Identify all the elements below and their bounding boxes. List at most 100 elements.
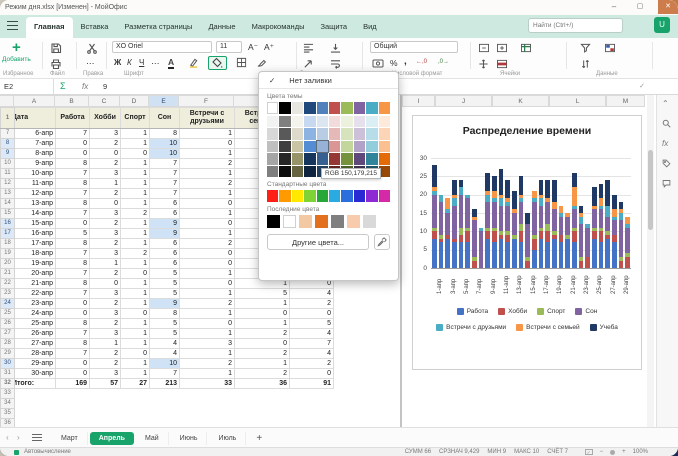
cell-date[interactable]: 9-апр bbox=[15, 159, 56, 169]
theme-color-swatch[interactable] bbox=[341, 102, 352, 114]
row-header-11[interactable]: 11 bbox=[1, 169, 15, 179]
cell[interactable]: 7 bbox=[150, 169, 180, 179]
empty-cell[interactable] bbox=[121, 409, 150, 419]
cell[interactable]: 0 bbox=[290, 309, 334, 319]
merge-cells-button[interactable] bbox=[478, 43, 490, 53]
cell[interactable]: 8 bbox=[56, 199, 90, 209]
tint-swatch[interactable] bbox=[379, 128, 390, 140]
cell-date[interactable]: 13-апр bbox=[15, 199, 56, 209]
row-header-26[interactable]: 26 bbox=[1, 319, 15, 329]
font-size-select[interactable]: 11 bbox=[216, 41, 242, 53]
cell[interactable]: 0 bbox=[56, 359, 90, 369]
cell[interactable]: 1 bbox=[90, 259, 121, 269]
cell[interactable]: 6 bbox=[150, 199, 180, 209]
cell-date[interactable]: 29-апр bbox=[15, 359, 56, 369]
column-header-I[interactable]: I bbox=[402, 95, 435, 107]
ribbon-tab-5[interactable]: Защита bbox=[312, 17, 355, 38]
cell[interactable]: 7 bbox=[56, 169, 90, 179]
cell[interactable]: 0 bbox=[56, 139, 90, 149]
user-avatar[interactable]: U bbox=[654, 17, 670, 33]
cell[interactable]: 0 bbox=[180, 219, 235, 229]
header-cell[interactable]: Работа bbox=[56, 108, 90, 129]
cell[interactable]: 1 bbox=[121, 329, 150, 339]
cell[interactable]: 0 bbox=[180, 249, 235, 259]
tint-swatch[interactable] bbox=[279, 153, 290, 165]
cell[interactable]: 0 bbox=[180, 259, 235, 269]
number-format-select[interactable]: Общий bbox=[370, 41, 458, 53]
row-header-27[interactable]: 27 bbox=[1, 329, 15, 339]
no-fill-option[interactable]: ✓ Нет заливки bbox=[259, 72, 398, 89]
cell[interactable]: 4 bbox=[150, 339, 180, 349]
cell-date[interactable]: 19-апр bbox=[15, 259, 56, 269]
theme-color-swatch[interactable] bbox=[292, 102, 303, 114]
cell[interactable]: 0 bbox=[90, 149, 121, 159]
cell[interactable]: 1 bbox=[180, 369, 235, 379]
minimize-button[interactable]: – bbox=[606, 1, 622, 13]
cell[interactable]: 5 bbox=[150, 279, 180, 289]
cell[interactable]: 0 bbox=[90, 279, 121, 289]
empty-cell[interactable] bbox=[150, 419, 180, 428]
cell[interactable]: 2 bbox=[235, 369, 290, 379]
cut-button[interactable] bbox=[86, 42, 98, 54]
tint-swatch[interactable] bbox=[304, 128, 315, 140]
insert-function-icon[interactable]: fx bbox=[82, 82, 88, 91]
bold-button[interactable]: Ж bbox=[114, 58, 121, 67]
tint-swatch[interactable] bbox=[354, 128, 365, 140]
tag-panel-icon[interactable] bbox=[662, 159, 671, 170]
other-colors-button[interactable]: Другие цвета... bbox=[267, 234, 369, 250]
chart-object[interactable]: Распределение времени 0510152025301-апр3… bbox=[412, 115, 642, 370]
font-color-button[interactable]: А bbox=[168, 57, 175, 69]
empty-cell[interactable] bbox=[15, 389, 56, 399]
row-header-28[interactable]: 28 bbox=[1, 339, 15, 349]
cell[interactable]: 2 bbox=[90, 349, 121, 359]
selected-color-swatch[interactable] bbox=[317, 141, 328, 153]
theme-color-swatch[interactable] bbox=[366, 102, 377, 114]
empty-cell[interactable] bbox=[180, 389, 235, 399]
cell[interactable]: 2 bbox=[235, 329, 290, 339]
cell[interactable]: 3 bbox=[90, 329, 121, 339]
decrease-decimal-button[interactable]: ←,0 bbox=[416, 59, 427, 65]
empty-cell[interactable] bbox=[180, 419, 235, 428]
cell[interactable]: 0 bbox=[90, 199, 121, 209]
cell-date[interactable]: 26-апр bbox=[15, 329, 56, 339]
cell-date[interactable]: 18-апр bbox=[15, 249, 56, 259]
cell[interactable]: 0 bbox=[56, 219, 90, 229]
row-header-7[interactable]: 7 bbox=[1, 129, 15, 139]
cell[interactable]: 3 bbox=[180, 339, 235, 349]
totals-cell[interactable]: 169 bbox=[56, 379, 90, 389]
cell[interactable]: 1 bbox=[121, 239, 150, 249]
cell[interactable]: 1 bbox=[180, 129, 235, 139]
column-header-B[interactable]: B bbox=[55, 95, 89, 107]
sort-button[interactable] bbox=[580, 59, 592, 69]
tint-swatch[interactable] bbox=[304, 153, 315, 165]
zoom-in-button[interactable]: + bbox=[622, 449, 626, 455]
cell[interactable]: 5 bbox=[150, 329, 180, 339]
row-header-18[interactable]: 18 bbox=[1, 239, 15, 249]
cell[interactable]: 1 bbox=[180, 229, 235, 239]
tint-swatch[interactable] bbox=[292, 153, 303, 165]
cell-date[interactable]: 15-апр bbox=[15, 219, 56, 229]
cell[interactable]: 1 bbox=[121, 139, 150, 149]
cell[interactable]: 7 bbox=[56, 209, 90, 219]
empty-cell[interactable] bbox=[150, 409, 180, 419]
cell[interactable]: 0 bbox=[121, 149, 150, 159]
italic-button[interactable]: К bbox=[127, 58, 132, 67]
row-header-32[interactable]: 32 bbox=[1, 379, 15, 389]
standard-color-swatch[interactable] bbox=[341, 190, 352, 202]
cell[interactable]: 7 bbox=[56, 289, 90, 299]
formula-bar-expand-icon[interactable]: ✓ bbox=[639, 82, 652, 90]
totals-cell[interactable]: 57 bbox=[90, 379, 121, 389]
cell[interactable]: 1 bbox=[121, 179, 150, 189]
tint-swatch[interactable] bbox=[317, 153, 328, 165]
empty-cell[interactable] bbox=[180, 409, 235, 419]
standard-color-swatch[interactable] bbox=[304, 190, 315, 202]
cell-date[interactable]: 28-апр bbox=[15, 349, 56, 359]
tint-swatch[interactable] bbox=[267, 128, 278, 140]
cell[interactable]: 8 bbox=[56, 259, 90, 269]
cell[interactable]: 6 bbox=[150, 259, 180, 269]
cell[interactable]: 2 bbox=[121, 209, 150, 219]
row-header-21[interactable]: 21 bbox=[1, 269, 15, 279]
empty-cell[interactable] bbox=[150, 389, 180, 399]
row-header-8[interactable]: 8 bbox=[1, 139, 15, 149]
cell-date[interactable]: 21-апр bbox=[15, 279, 56, 289]
